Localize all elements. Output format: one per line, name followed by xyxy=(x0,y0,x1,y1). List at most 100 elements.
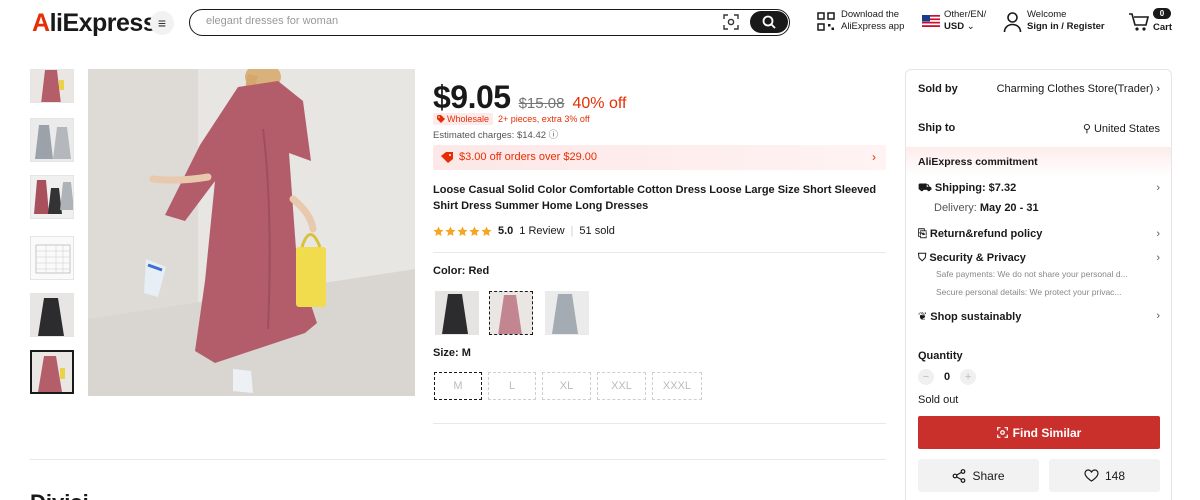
price-block: $9.05 $15.08 40% off xyxy=(433,79,626,116)
sign-in-register: Sign in / Register xyxy=(1027,21,1105,32)
coupon-tag-icon xyxy=(441,152,453,163)
leaf-icon: ❦ xyxy=(918,311,928,323)
user-icon[interactable] xyxy=(1003,11,1022,33)
star-icon xyxy=(445,225,456,236)
info-icon[interactable]: ⓘ xyxy=(549,130,559,141)
decrease-button[interactable]: − xyxy=(918,369,934,385)
star-icon xyxy=(469,225,480,236)
quantity-label: Quantity xyxy=(918,350,1160,362)
search-icon xyxy=(762,15,776,29)
store-name[interactable]: Charming Clothes Store(Trader) › xyxy=(997,83,1160,95)
share-label: Share xyxy=(972,468,1005,483)
download-app-link[interactable]: Download the AliExpress app xyxy=(841,9,904,33)
image-search-icon[interactable] xyxy=(723,14,739,30)
star-rating xyxy=(433,225,492,237)
locale-selector[interactable]: Other/EN/ USD ⌄ xyxy=(944,9,986,33)
color-swatch-red-selected[interactable] xyxy=(487,289,535,337)
share-icon xyxy=(953,468,966,483)
section-heading-cut: Divisi... xyxy=(30,490,107,500)
menu-icon[interactable]: ≡ xyxy=(150,11,174,35)
thumbnail-3[interactable] xyxy=(30,175,74,219)
currency-label: USD xyxy=(944,21,965,32)
return-policy-row[interactable]: ⎘ Return&refund policy › xyxy=(918,228,1160,241)
quantity-stepper: − 0 + xyxy=(918,369,977,385)
thumbnail-2[interactable] xyxy=(30,118,74,162)
size-option-xxxl[interactable]: XXXL xyxy=(652,372,702,400)
thumbnail-4[interactable] xyxy=(30,236,74,280)
heart-icon xyxy=(1084,469,1099,482)
cart-icon[interactable] xyxy=(1128,12,1150,32)
qr-code-icon[interactable] xyxy=(817,11,835,33)
size-option-l[interactable]: L xyxy=(488,372,536,400)
cart-label[interactable]: Cart xyxy=(1153,22,1172,33)
color-swatch-gray[interactable] xyxy=(545,291,589,335)
chevron-right-icon: › xyxy=(1156,252,1160,264)
truck-icon: ⛟ xyxy=(918,182,932,194)
security-label: Security & Privacy xyxy=(929,252,1026,264)
shipping-row[interactable]: ⛟ Shipping: $7.32 › xyxy=(918,182,1160,196)
delivery-row: Delivery: May 20 - 31 xyxy=(934,202,1160,214)
return-policy-label: Return&refund policy xyxy=(929,228,1043,240)
size-option-xxl[interactable]: XXL xyxy=(597,372,646,400)
search-button[interactable] xyxy=(750,11,788,33)
chevron-down-icon: ⌄ xyxy=(966,21,975,32)
sustainably-label: Shop sustainably xyxy=(930,311,1022,323)
shipping-cost: Shipping: $7.32 xyxy=(934,182,1017,194)
security-row[interactable]: ⛉ Security & Privacy › xyxy=(918,252,1160,265)
wholesale-badge: Wholesale xyxy=(433,113,494,125)
chevron-right-icon: › xyxy=(1156,182,1160,194)
top-header: AliExpress ≡ Download the AliExpress app xyxy=(0,0,1200,46)
ship-to-row[interactable]: Ship to ⚲ United States xyxy=(918,122,1160,135)
star-icon xyxy=(481,225,492,236)
color-label: Color: Red xyxy=(433,265,490,277)
reviews-link[interactable]: 1 Review xyxy=(519,225,564,237)
rating-row: 5.0 1 Review | 51 sold xyxy=(433,225,615,237)
wishlist-button[interactable]: 148 xyxy=(1049,459,1160,492)
coupon-text: $3.00 off orders over $29.00 xyxy=(459,151,598,163)
divider: | xyxy=(570,225,574,237)
find-similar-button[interactable]: Find Similar xyxy=(918,416,1160,449)
us-flag-icon xyxy=(922,15,940,27)
chevron-right-icon: › xyxy=(872,150,876,164)
logo-letter: A xyxy=(32,9,50,37)
delivery-dates: May 20 - 31 xyxy=(979,202,1039,214)
divider xyxy=(433,252,886,253)
coupon-banner[interactable]: $3.00 off orders over $29.00 › xyxy=(433,145,886,170)
increase-button[interactable]: + xyxy=(960,369,977,385)
ship-to-value[interactable]: ⚲ United States xyxy=(1083,122,1160,135)
estimated-charges-text: Estimated charges: $14.42 xyxy=(433,130,547,141)
security-detail-2: Secure personal details: We protect your… xyxy=(936,287,1122,297)
ship-to-country: United States xyxy=(1093,123,1160,135)
share-button[interactable]: Share xyxy=(918,459,1039,492)
sold-by-row[interactable]: Sold by Charming Clothes Store(Trader) › xyxy=(918,83,1160,95)
location-pin-icon: ⚲ xyxy=(1082,123,1091,135)
search-bar xyxy=(189,9,790,36)
commitment-header: AliExpress commitment xyxy=(906,147,1171,177)
color-swatch-black[interactable] xyxy=(435,291,479,335)
sustainably-row[interactable]: ❦ Shop sustainably › xyxy=(918,310,1160,323)
size-option-m[interactable]: M xyxy=(434,372,482,400)
thumbnail-1[interactable] xyxy=(30,69,74,103)
main-product-image[interactable] xyxy=(88,69,415,396)
likes-count: 148 xyxy=(1104,468,1126,483)
sign-in-link[interactable]: Welcome Sign in / Register xyxy=(1027,9,1105,33)
shield-icon: ⛉ xyxy=(918,252,927,264)
return-icon: ⎘ xyxy=(918,228,927,240)
wholesale-text: 2+ pieces, extra 3% off xyxy=(498,114,590,124)
quantity-value: 0 xyxy=(944,371,951,383)
store-name-text: Charming Clothes Store(Trader) xyxy=(996,83,1154,95)
locale-line1: Other/EN/ xyxy=(944,9,987,20)
product-title: Loose Casual Solid Color Comfortable Cot… xyxy=(433,184,877,212)
aliexpress-logo[interactable]: AliExpress xyxy=(32,9,157,38)
thumbnail-5[interactable] xyxy=(30,293,74,337)
size-option-xl[interactable]: XL xyxy=(542,372,591,400)
find-similar-label: Find Similar xyxy=(1012,425,1082,440)
chevron-right-icon: › xyxy=(1156,310,1160,322)
chevron-right-icon: › xyxy=(1156,228,1160,240)
quantity-label-text: Quantity xyxy=(918,350,963,362)
current-price: $9.05 xyxy=(433,79,511,115)
welcome-text: Welcome xyxy=(1027,9,1067,20)
search-input[interactable] xyxy=(206,15,706,27)
thumbnail-6-selected[interactable] xyxy=(30,350,74,394)
star-icon xyxy=(457,225,468,236)
